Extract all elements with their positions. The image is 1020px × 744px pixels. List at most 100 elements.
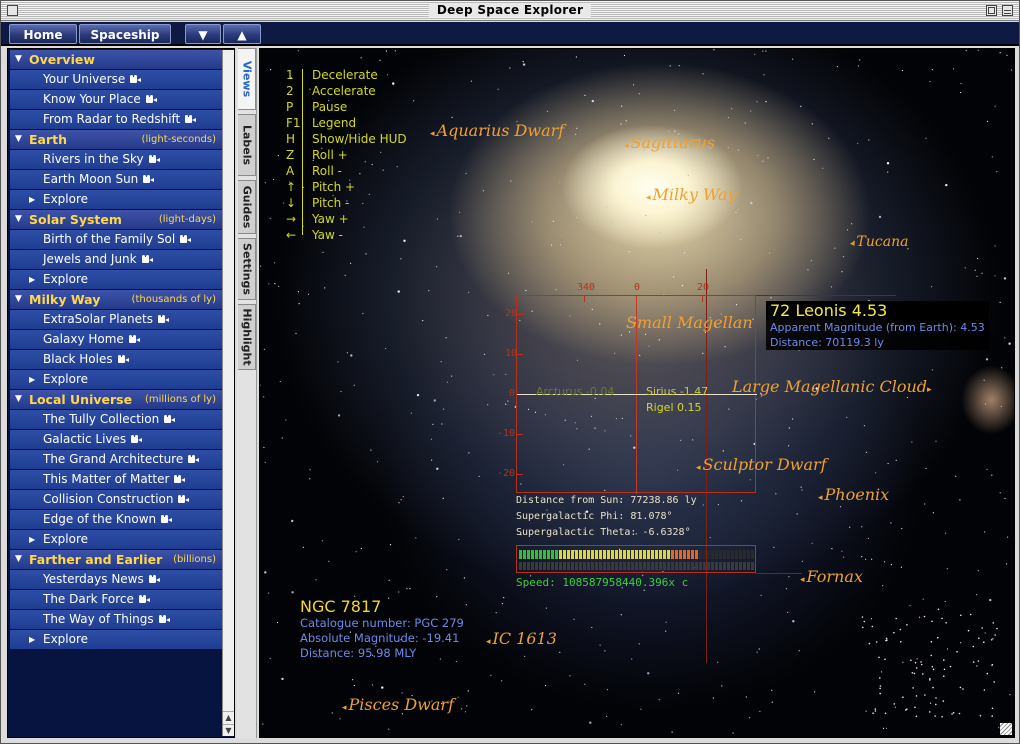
sidebar-item[interactable]: Birth of the Family Sol — [10, 230, 222, 250]
sidebar-explore-item[interactable]: ▶ Explore — [10, 630, 222, 650]
sidebar-item[interactable]: The Tully Collection — [10, 410, 222, 430]
disclosure-triangle-icon[interactable]: ▼ — [15, 390, 22, 409]
expand-triangle-icon[interactable]: ▶ — [29, 630, 35, 649]
label-fornax[interactable]: ◂ Fornax — [800, 567, 863, 586]
sidebar-item[interactable]: The Dark Force — [10, 590, 222, 610]
tab-views[interactable]: Views — [238, 48, 256, 110]
home-button[interactable]: Home — [9, 24, 77, 44]
label-large-magellanic-cloud[interactable]: Large Magellanic Cloud▸ — [732, 377, 934, 396]
expand-triangle-icon[interactable]: ▶ — [29, 270, 35, 289]
sidebar-item[interactable]: Edge of the Known — [10, 510, 222, 530]
expand-triangle-icon[interactable]: ▶ — [29, 190, 35, 209]
star-point — [487, 314, 489, 317]
sidebar-section-header[interactable]: ▼ Earth (light-seconds) — [10, 130, 222, 150]
scroll-up-arrow-icon[interactable]: ▲ — [223, 711, 234, 723]
collapse-box[interactable] — [1002, 5, 1013, 16]
star-point — [960, 91, 962, 94]
sidebar-item[interactable]: Galactic Lives — [10, 430, 222, 450]
star-cluster-point — [914, 706, 916, 709]
star-point — [451, 116, 453, 118]
sidebar-item[interactable]: The Way of Things — [10, 610, 222, 630]
sidebar-explore-item[interactable]: ▶ Explore — [10, 530, 222, 550]
star-cluster-point — [900, 641, 902, 643]
star-point — [620, 123, 622, 125]
scroll-down-button[interactable]: ▼ — [185, 24, 221, 44]
disclosure-triangle-icon[interactable]: ▼ — [15, 210, 22, 229]
resize-grip-icon[interactable] — [1000, 723, 1012, 735]
sidebar-item[interactable]: Know Your Place — [10, 90, 222, 110]
label-milky-way[interactable]: ◂ Milky Way — [646, 185, 737, 204]
star-point — [959, 499, 961, 501]
tab-settings[interactable]: Settings — [238, 238, 256, 300]
sidebar-explore-item[interactable]: ▶ Explore — [10, 370, 222, 390]
star-point — [960, 82, 962, 85]
sidebar-item[interactable]: Your Universe — [10, 70, 222, 90]
star-label-arcturus[interactable]: Arcturus -0.04 — [536, 385, 614, 398]
label-sculptor-dwarf[interactable]: ◂ Sculptor Dwarf — [696, 455, 827, 474]
label-sagittarius[interactable]: ◂ Sagittarus — [624, 133, 715, 152]
star-point — [478, 475, 480, 477]
sidebar-explore-item[interactable]: ▶ Explore — [10, 190, 222, 210]
sidebar-item[interactable]: From Radar to Redshift — [10, 110, 222, 130]
sidebar-section-header[interactable]: ▼ Farther and Earlier (billions) — [10, 550, 222, 570]
tab-labels[interactable]: Labels — [238, 114, 256, 176]
label-aquarius-dwarf[interactable]: ◂ Aquarius Dwarf — [430, 121, 564, 140]
sidebar-item[interactable]: Black Holes — [10, 350, 222, 370]
sidebar-item[interactable]: Galaxy Home — [10, 330, 222, 350]
label-small-magellan[interactable]: Small Magellan — [626, 313, 753, 332]
label-tucana[interactable]: ◂ Tucana — [850, 234, 908, 250]
disclosure-triangle-icon[interactable]: ▼ — [15, 50, 22, 69]
key-action: Pitch - — [312, 196, 350, 210]
sidebar-item[interactable]: This Matter of Matter — [10, 470, 222, 490]
sidebar-item[interactable]: Yesterdays News — [10, 570, 222, 590]
sidebar-section-header[interactable]: ▼ Overview — [10, 50, 222, 70]
tab-highlight[interactable]: Highlight — [238, 304, 256, 370]
star-point — [340, 390, 342, 393]
zoom-box[interactable] — [986, 5, 997, 16]
star-label-rigel[interactable]: Rigel 0.15 — [646, 401, 702, 414]
sidebar-item[interactable]: The Grand Architecture — [10, 450, 222, 470]
star-cluster-point — [943, 659, 945, 661]
tab-guides[interactable]: Guides — [238, 180, 256, 234]
star-point — [798, 650, 800, 652]
star-point — [810, 260, 812, 262]
sidebar-item[interactable]: Earth Moon Sun — [10, 170, 222, 190]
close-box[interactable] — [7, 5, 18, 16]
disclosure-triangle-icon[interactable]: ▼ — [15, 290, 22, 309]
sidebar-scrollbar[interactable]: ▲ ▼ — [222, 50, 234, 736]
item-text: From Radar to Redshift — [43, 112, 181, 126]
sidebar-explore-item[interactable]: ▶ Explore — [10, 270, 222, 290]
sidebar-section-header[interactable]: ▼ Local Universe (millions of ly) — [10, 390, 222, 410]
tab-label: Views — [240, 60, 253, 98]
label-pisces-dwarf[interactable]: ◂ Pisces Dwarf — [342, 695, 454, 714]
sidebar-item[interactable]: Rivers in the Sky — [10, 150, 222, 170]
label-ic-1613[interactable]: ◂ IC 1613 — [486, 629, 557, 648]
star-point — [400, 258, 402, 260]
title-bar[interactable]: Deep Space Explorer — [1, 1, 1019, 21]
spaceship-button[interactable]: Spaceship — [79, 24, 171, 44]
expand-triangle-icon[interactable]: ▶ — [29, 530, 35, 549]
sidebar-item[interactable]: ExtraSolar Planets — [10, 310, 222, 330]
disclosure-triangle-icon[interactable]: ▼ — [15, 130, 22, 149]
star-point — [683, 252, 686, 254]
sidebar-item[interactable]: Jewels and Junk — [10, 250, 222, 270]
speed-cell-lower — [559, 562, 562, 570]
sidebar-item-label: Edge of the Known — [43, 510, 173, 529]
scroll-down-arrow-icon[interactable]: ▼ — [223, 724, 234, 736]
sidebar-section-header[interactable]: ▼ Milky Way (thousands of ly) — [10, 290, 222, 310]
star-point — [355, 551, 357, 553]
speed-cell — [687, 550, 690, 559]
star-point — [658, 699, 660, 701]
sidebar-section-header[interactable]: ▼ Solar System (light-days) — [10, 210, 222, 230]
scroll-up-button[interactable]: ▲ — [223, 24, 261, 44]
star-label-sirius[interactable]: Sirius -1.47 — [646, 385, 708, 398]
disclosure-triangle-icon[interactable]: ▼ — [15, 550, 22, 569]
label-phoenix[interactable]: ◂ Phoenix — [818, 485, 889, 504]
sidebar-item[interactable]: Collision Construction — [10, 490, 222, 510]
space-view[interactable]: 1 Decelerate 2 Accelerate P Pause F1 Legend H Sho… — [259, 48, 1015, 738]
star-point — [924, 503, 926, 505]
star-point — [841, 550, 843, 552]
star-cluster-point — [879, 685, 882, 687]
sidebar-item-label: Galactic Lives — [43, 430, 143, 449]
expand-triangle-icon[interactable]: ▶ — [29, 370, 35, 389]
